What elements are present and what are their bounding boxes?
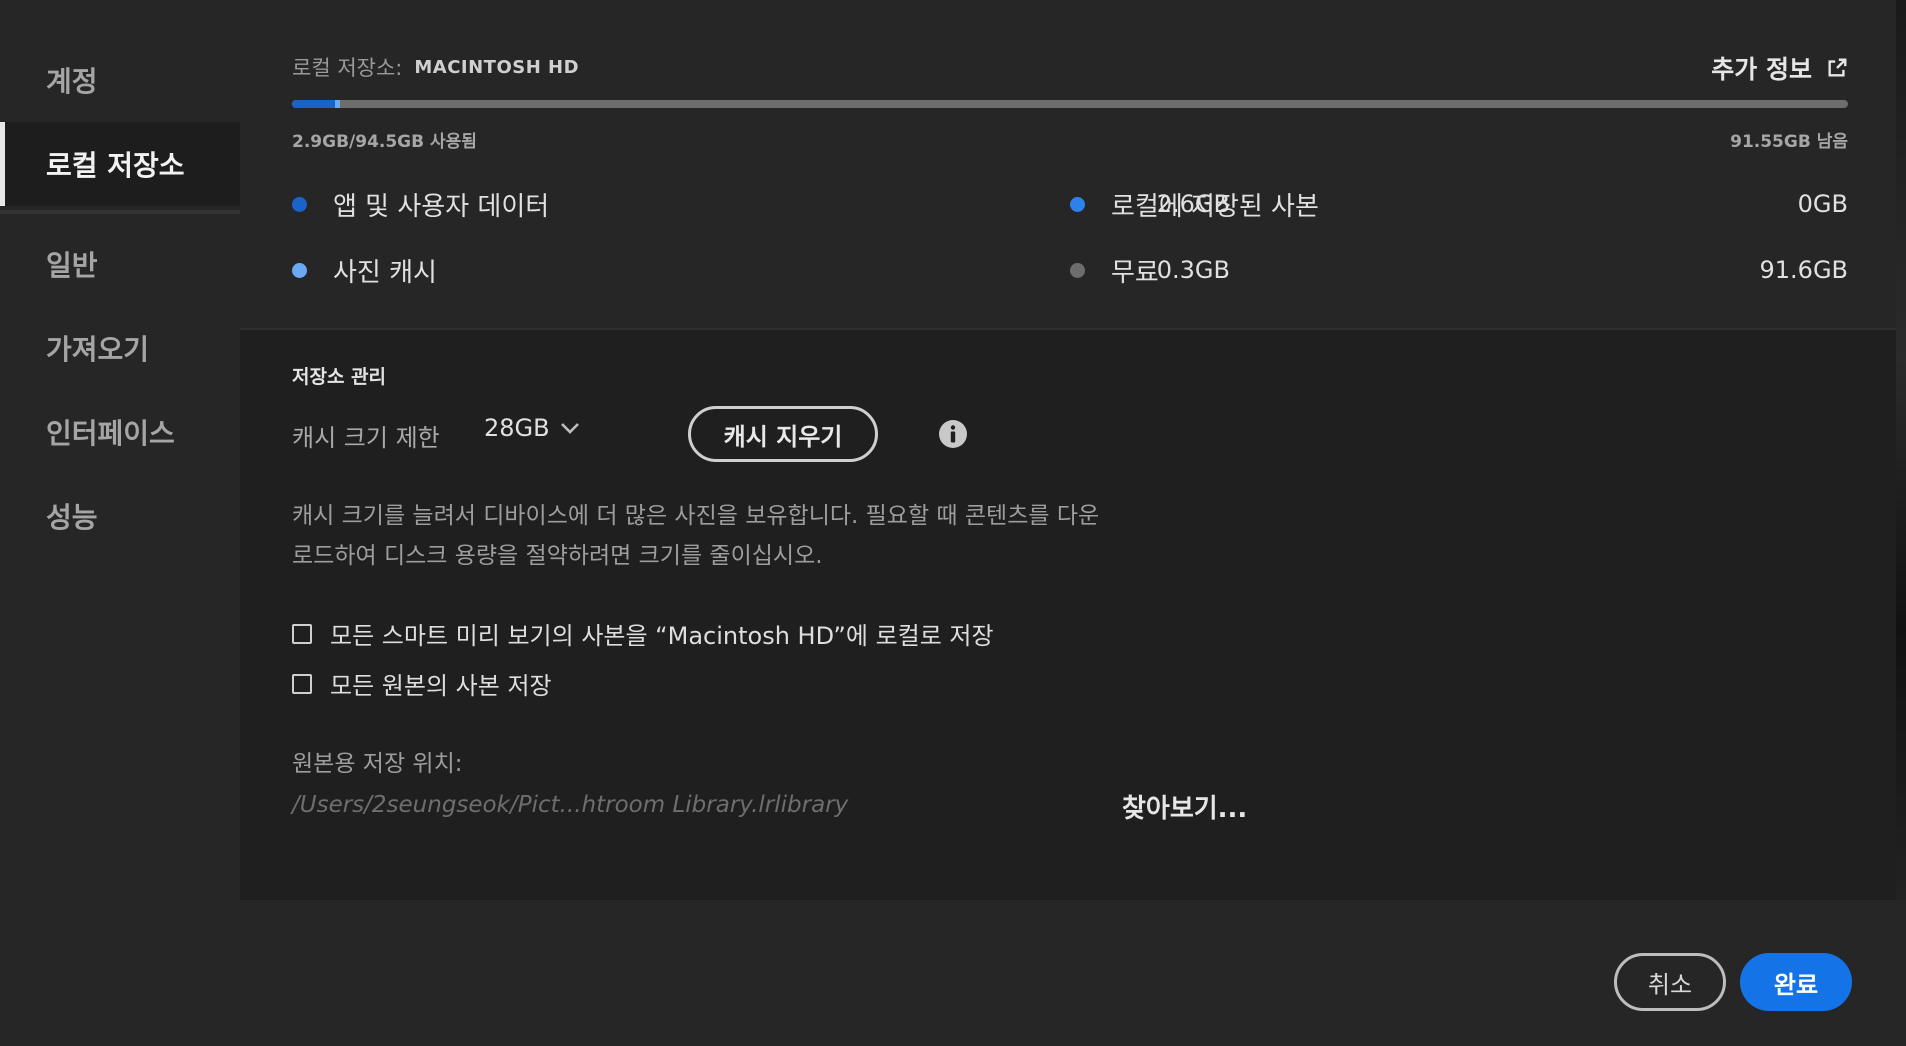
- sidebar-item-interface[interactable]: 인터페이스: [0, 390, 240, 474]
- sidebar-item-performance[interactable]: 성능: [0, 474, 240, 558]
- external-link-icon: [1828, 58, 1847, 77]
- sidebar-item-account[interactable]: 계정: [0, 38, 240, 122]
- storage-overview: 로컬 저장소: MACINTOSH HD 추가 정보 2.9GB/94.5GB …: [240, 0, 1906, 328]
- cache-description-line: 캐시 크기를 늘려서 디바이스에 더 많은 사진을 보유합니다. 필요할 때 콘…: [292, 503, 1100, 529]
- legend-dot: [1070, 263, 1085, 278]
- info-icon[interactable]: [938, 419, 968, 449]
- storage-usage-bar: [292, 100, 1848, 108]
- legend-value: 0GB: [1797, 190, 1848, 218]
- manage-storage-title: 저장소 관리: [292, 366, 387, 388]
- cache-limit-dropdown[interactable]: 28GB: [484, 414, 580, 442]
- cancel-button[interactable]: 취소: [1614, 953, 1726, 1011]
- originals-location-label: 원본용 저장 위치:: [292, 751, 463, 777]
- smart-previews-checkbox[interactable]: 모든 스마트 미리 보기의 사본을 “Macintosh HD”에 로컬로 저장: [292, 616, 994, 651]
- originals-location-path: /Users/2seungseok/Pict...htroom Library.…: [292, 792, 849, 818]
- remaining-summary: 91.55GB 남음: [1730, 132, 1848, 152]
- cache-limit-label: 캐시 크기 제한: [292, 424, 440, 452]
- smart-previews-checkbox-label: 모든 스마트 미리 보기의 사본을 “Macintosh HD”에 로컬로 저장: [330, 622, 994, 650]
- chevron-down-icon: [560, 423, 579, 434]
- disk-name: MACINTOSH HD: [414, 56, 580, 78]
- legend-dot: [292, 263, 307, 278]
- used-summary: 2.9GB/94.5GB 사용됨: [292, 132, 477, 152]
- legend-dot: [1070, 197, 1085, 212]
- legend-local-copies: 로컬에 저장된 사본: [1070, 186, 1319, 223]
- sidebar: 계정 로컬 저장소 일반 가져오기 인터페이스 성능: [0, 0, 240, 900]
- browse-button[interactable]: 찾아보기...: [1122, 788, 1247, 825]
- cache-limit-value: 28GB: [484, 414, 550, 442]
- originals-checkbox-label: 모든 원본의 사본 저장: [330, 672, 552, 700]
- sidebar-item-local-storage[interactable]: 로컬 저장소: [0, 122, 240, 206]
- sidebar-item-import[interactable]: 가져오기: [0, 306, 240, 390]
- cache-description-line: 로드하여 디스크 용량을 절약하려면 크기를 줄이십시오.: [292, 543, 823, 569]
- originals-checkbox[interactable]: 모든 원본의 사본 저장: [292, 666, 552, 701]
- main-panel: 로컬 저장소: MACINTOSH HD 추가 정보 2.9GB/94.5GB …: [240, 0, 1906, 900]
- more-info-label: 추가 정보: [1711, 55, 1812, 84]
- clear-cache-button[interactable]: 캐시 지우기: [688, 406, 878, 462]
- section-divider: [240, 328, 1906, 330]
- preferences-dialog: 계정 로컬 저장소 일반 가져오기 인터페이스 성능 로컬 저장소: MACIN…: [0, 0, 1906, 1046]
- legend-free: 무료: [1070, 252, 1159, 289]
- usage-segment-photo-cache: [334, 100, 340, 108]
- legend-dot: [292, 197, 307, 212]
- legend-photo-cache: 사진 캐시: [292, 252, 437, 289]
- checkbox-box[interactable]: [292, 623, 312, 644]
- more-info-link[interactable]: 추가 정보: [1711, 50, 1848, 86]
- legend-label: 로컬에 저장된 사본: [1111, 192, 1319, 222]
- usage-segment-app-data: [292, 100, 335, 108]
- checkbox-box[interactable]: [292, 673, 312, 694]
- sidebar-item-general[interactable]: 일반: [0, 222, 240, 306]
- done-button[interactable]: 완료: [1740, 953, 1852, 1011]
- sidebar-divider: [0, 210, 240, 214]
- cache-description: 캐시 크기를 늘려서 디바이스에 더 많은 사진을 보유합니다. 필요할 때 콘…: [292, 496, 1192, 576]
- legend-app-data: 앱 및 사용자 데이터: [292, 186, 549, 223]
- legend-label: 앱 및 사용자 데이터: [333, 192, 550, 222]
- storage-label-text: 로컬 저장소:: [292, 56, 403, 80]
- background-edge: [1896, 0, 1906, 900]
- legend-label: 사진 캐시: [333, 258, 437, 288]
- storage-label: 로컬 저장소: MACINTOSH HD: [292, 52, 579, 82]
- legend-label: 무료: [1111, 258, 1159, 288]
- legend-value: 91.6GB: [1759, 256, 1849, 284]
